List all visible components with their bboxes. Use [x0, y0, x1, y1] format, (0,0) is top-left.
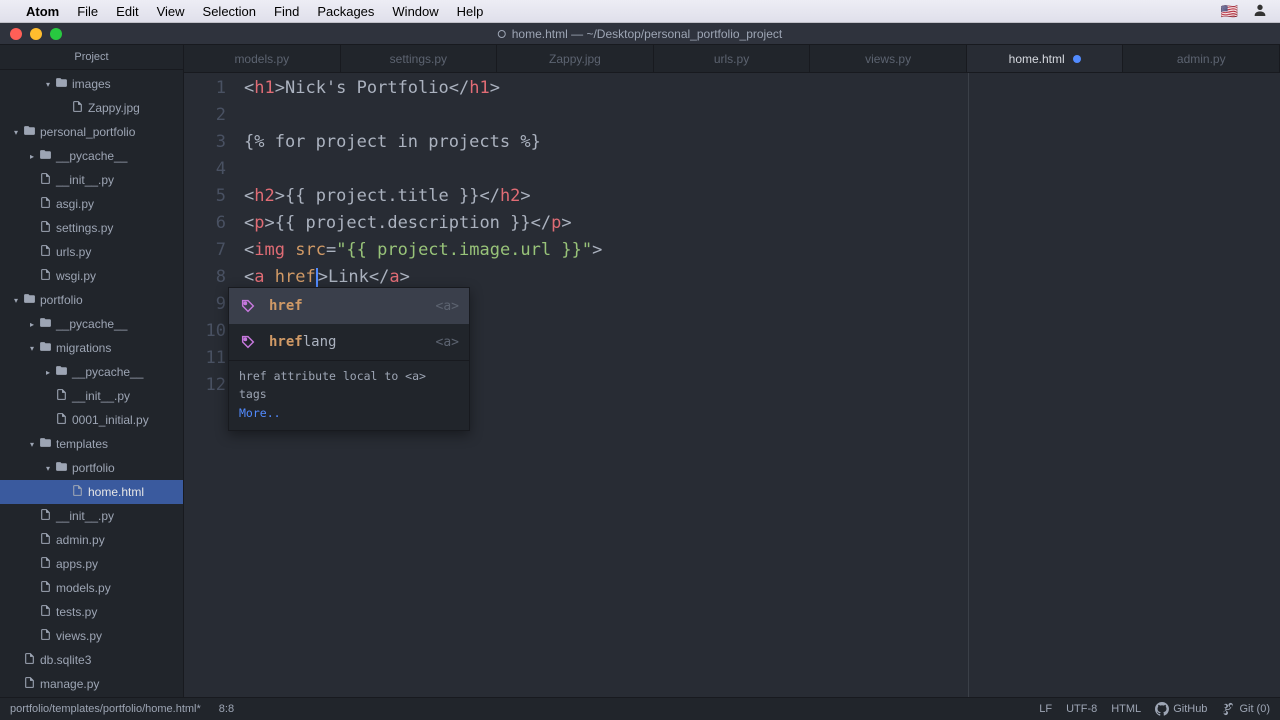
menu-view[interactable]: View	[157, 4, 185, 19]
status-path[interactable]: portfolio/templates/portfolio/home.html*	[10, 703, 201, 715]
tree-item---init---py[interactable]: __init__.py	[0, 384, 183, 408]
minimize-button[interactable]	[30, 28, 42, 40]
wrap-guide	[968, 73, 969, 697]
autocomplete-item[interactable]: hreflang <a>	[229, 324, 469, 360]
tab-views-py[interactable]: views.py	[810, 45, 967, 72]
autocomplete-popup: href <a> hreflang <a> href attribute loc…	[228, 287, 470, 431]
autocomplete-label: href	[269, 293, 436, 320]
code-editor[interactable]: 123456789101112 <h1>Nick's Portfolio</h1…	[184, 73, 1280, 697]
autocomplete-item[interactable]: href <a>	[229, 288, 469, 324]
tree-item-personal-portfolio[interactable]: ▾personal_portfolio	[0, 120, 183, 144]
menu-file[interactable]: File	[77, 4, 98, 19]
tree-item-models-py[interactable]: models.py	[0, 576, 183, 600]
autocomplete-hint: <a>	[436, 329, 459, 356]
tree-item-asgi-py[interactable]: asgi.py	[0, 192, 183, 216]
tree-item---pycache--[interactable]: ▸__pycache__	[0, 312, 183, 336]
window-title: home.html — ~/Desktop/personal_portfolio…	[498, 27, 782, 41]
git-branch-icon	[1221, 702, 1235, 716]
tree-item-templates[interactable]: ▾templates	[0, 432, 183, 456]
tab-settings-py[interactable]: settings.py	[341, 45, 498, 72]
autocomplete-label: hreflang	[269, 329, 436, 356]
status-encoding[interactable]: UTF-8	[1066, 703, 1097, 715]
tag-icon	[239, 333, 257, 351]
menu-find[interactable]: Find	[274, 4, 299, 19]
tree-item-views-py[interactable]: views.py	[0, 624, 183, 648]
close-button[interactable]	[10, 28, 22, 40]
window-titlebar: home.html — ~/Desktop/personal_portfolio…	[0, 23, 1280, 45]
tab-zappy-jpg[interactable]: Zappy.jpg	[497, 45, 654, 72]
tree-item-portfolio[interactable]: ▾portfolio	[0, 456, 183, 480]
traffic-lights	[10, 28, 62, 40]
macos-menubar: Atom File Edit View Selection Find Packa…	[0, 0, 1280, 23]
tab-urls-py[interactable]: urls.py	[654, 45, 811, 72]
github-icon	[1155, 702, 1169, 716]
menu-packages[interactable]: Packages	[317, 4, 374, 19]
modified-icon	[498, 30, 506, 38]
status-git[interactable]: Git (0)	[1221, 702, 1270, 716]
tree-item-migrations[interactable]: ▾migrations	[0, 336, 183, 360]
tree-item-manage-py[interactable]: manage.py	[0, 672, 183, 696]
tree-item-home-html[interactable]: home.html	[0, 480, 183, 504]
tree-item---pycache--[interactable]: ▸__pycache__	[0, 144, 183, 168]
status-github[interactable]: GitHub	[1155, 702, 1207, 716]
status-cursor[interactable]: 8:8	[219, 703, 234, 715]
menu-edit[interactable]: Edit	[116, 4, 138, 19]
tree-item---init---py[interactable]: __init__.py	[0, 168, 183, 192]
user-icon[interactable]	[1252, 2, 1268, 21]
tree-item-images[interactable]: ▾images	[0, 72, 183, 96]
menu-help[interactable]: Help	[457, 4, 484, 19]
status-bar: portfolio/templates/portfolio/home.html*…	[0, 697, 1280, 720]
tag-icon	[239, 297, 257, 315]
status-lang[interactable]: HTML	[1111, 703, 1141, 715]
tree-item-0001-initial-py[interactable]: 0001_initial.py	[0, 408, 183, 432]
tab-admin-py[interactable]: admin.py	[1123, 45, 1280, 72]
tree-item-apps-py[interactable]: apps.py	[0, 552, 183, 576]
autocomplete-more-link[interactable]: More..	[239, 406, 281, 420]
maximize-button[interactable]	[50, 28, 62, 40]
status-eol[interactable]: LF	[1039, 703, 1052, 715]
menu-window[interactable]: Window	[392, 4, 438, 19]
tab-home-html[interactable]: home.html	[967, 45, 1124, 72]
autocomplete-hint: <a>	[436, 293, 459, 320]
tab-models-py[interactable]: models.py	[184, 45, 341, 72]
tree-item---pycache--[interactable]: ▸__pycache__	[0, 360, 183, 384]
tree-item-tests-py[interactable]: tests.py	[0, 600, 183, 624]
sidebar-header: Project	[0, 45, 183, 70]
menu-app[interactable]: Atom	[26, 4, 59, 19]
project-sidebar: Project ▾imagesZappy.jpg▾personal_portfo…	[0, 45, 184, 697]
tree-item-wsgi-py[interactable]: wsgi.py	[0, 264, 183, 288]
tree-item-db-sqlite3[interactable]: db.sqlite3	[0, 648, 183, 672]
modified-dot-icon	[1073, 55, 1081, 63]
tree-item-admin-py[interactable]: admin.py	[0, 528, 183, 552]
code-content[interactable]: <h1>Nick's Portfolio</h1> {% for project…	[242, 73, 1280, 697]
tab-bar: models.pysettings.pyZappy.jpgurls.pyview…	[184, 45, 1280, 73]
autocomplete-footer: href attribute local to <a> tags More..	[229, 360, 469, 430]
tree-item-urls-py[interactable]: urls.py	[0, 240, 183, 264]
tree-item-settings-py[interactable]: settings.py	[0, 216, 183, 240]
tree-item-portfolio[interactable]: ▾portfolio	[0, 288, 183, 312]
menu-selection[interactable]: Selection	[203, 4, 256, 19]
file-tree[interactable]: ▾imagesZappy.jpg▾personal_portfolio▸__py…	[0, 70, 183, 697]
tree-item---init---py[interactable]: __init__.py	[0, 504, 183, 528]
flag-icon[interactable]: 🇺🇸	[1221, 3, 1238, 20]
tree-item-zappy-jpg[interactable]: Zappy.jpg	[0, 96, 183, 120]
